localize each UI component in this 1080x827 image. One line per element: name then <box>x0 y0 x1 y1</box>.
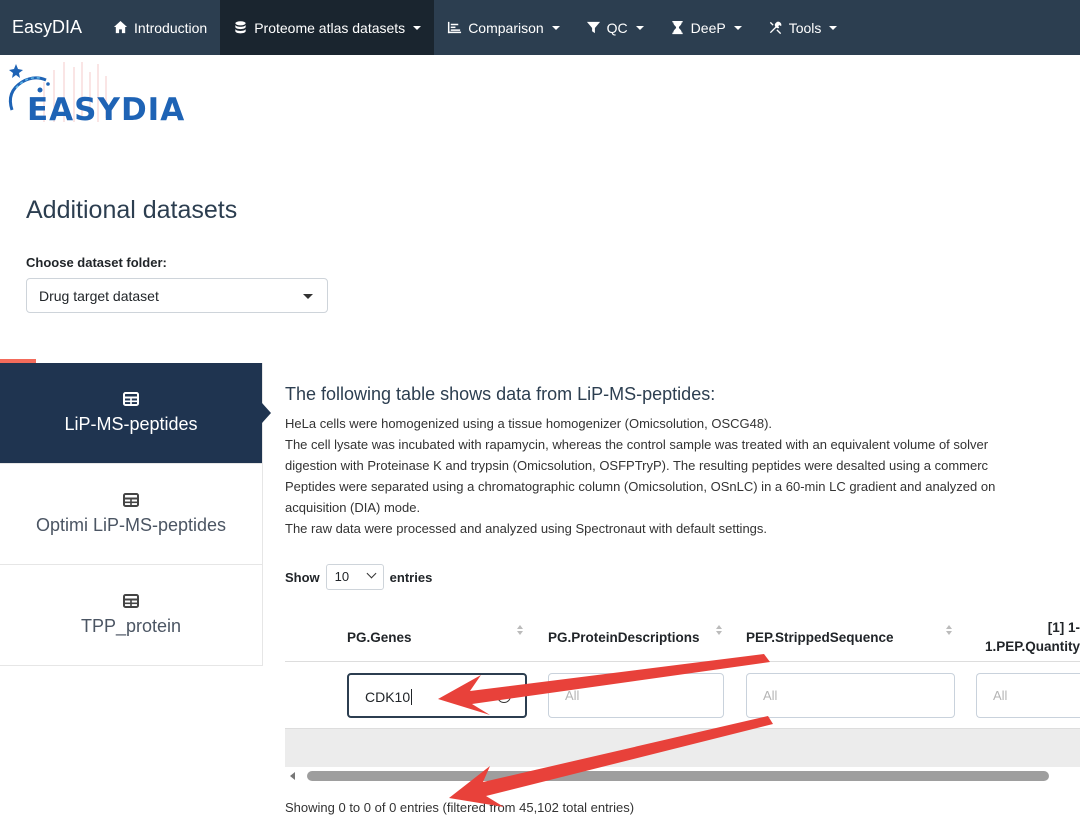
column-header-label-line1: [1] 1- <box>1047 620 1080 635</box>
caret-down-icon <box>303 294 313 299</box>
filter-placeholder: All <box>993 688 1008 703</box>
sort-icon[interactable] <box>946 625 952 635</box>
navbar-brand[interactable]: EasyDIA <box>0 0 100 55</box>
table-icon <box>123 391 139 406</box>
header-divider <box>285 661 1080 662</box>
page-length-control: Show 10 entries <box>285 564 432 590</box>
nav-proteome-atlas-datasets-label: Proteome atlas datasets <box>254 19 406 36</box>
nav-introduction-label: Introduction <box>134 19 208 36</box>
description-line: Peptides were separated using a chromato… <box>285 479 996 494</box>
nav-deep-label: DeeP <box>690 19 726 36</box>
tab-tpp-protein[interactable]: TPP_protein <box>0 565 262 666</box>
description-line: The cell lysate was incubated with rapam… <box>285 437 989 452</box>
table-icon <box>123 492 139 507</box>
filter-pep-quantity-input[interactable]: All <box>976 673 1080 718</box>
table-info: Showing 0 to 0 of 0 entries (filtered fr… <box>285 800 635 815</box>
page-length-select[interactable]: 10 <box>325 564 384 590</box>
column-header-pep-strippedsequence[interactable]: PEP.StrippedSequence <box>746 612 894 662</box>
horizontal-scrollbar[interactable] <box>285 767 1080 785</box>
description-line: The raw data were processed and analyzed… <box>285 521 768 536</box>
caret-down-icon <box>635 25 644 30</box>
nav-comparison-label: Comparison <box>468 19 544 36</box>
sort-icon[interactable] <box>517 625 523 635</box>
filter-placeholder: All <box>565 688 580 703</box>
column-header-label: PEP.StrippedSequence <box>746 629 894 645</box>
column-header-pg-genes[interactable]: PG.Genes <box>347 612 412 662</box>
description-line: HeLa cells were homogenized using a tiss… <box>285 416 773 431</box>
column-header-label-line2: 1.PEP.Quantity <box>984 639 1080 654</box>
nav-tools[interactable]: Tools <box>755 0 851 55</box>
filter-pg-proteindescriptions-input[interactable]: All <box>548 673 724 718</box>
folder-select-label: Choose dataset folder: <box>26 255 167 270</box>
hourglass-icon <box>672 20 683 35</box>
caret-down-icon <box>733 25 742 30</box>
entries-label: entries <box>389 569 433 585</box>
content-heading: The following table shows data from LiP-… <box>285 384 716 404</box>
empty-table-row <box>285 729 1080 767</box>
filter-pep-strippedsequence-input[interactable]: All <box>746 673 955 718</box>
dataset-description: HeLa cells were homogenized using a tiss… <box>285 413 1080 539</box>
filter-icon <box>586 21 600 34</box>
show-label: Show <box>285 569 320 585</box>
nav-qc[interactable]: QC <box>573 0 657 55</box>
tab-content: The following table shows data from LiP-… <box>285 363 1080 539</box>
nav-tools-label: Tools <box>788 19 822 36</box>
dataset-folder-value: Drug target dataset <box>39 288 159 304</box>
sort-icon[interactable] <box>716 625 722 635</box>
easydia-logo: EASYDIA <box>4 62 204 128</box>
filter-value: CDK10 <box>365 689 411 705</box>
database-icon <box>235 21 246 34</box>
caret-down-icon <box>829 25 838 30</box>
page-length-value: 10 <box>334 569 350 584</box>
top-navbar: EasyDIA Introduction Proteome atlas data… <box>0 0 1080 55</box>
bar-chart-icon <box>448 21 462 34</box>
tab-optimi-lip-ms-peptides[interactable]: Optimi LiP-MS-peptides <box>0 464 262 565</box>
tab-optimi-lip-ms-peptides-label: Optimi LiP-MS-peptides <box>35 514 227 535</box>
description-line: digestion with Proteinase K and trypsin … <box>285 458 989 473</box>
caret-down-icon <box>551 25 560 30</box>
table-icon <box>123 593 139 608</box>
tab-lip-ms-peptides[interactable]: LiP-MS-peptides <box>0 363 271 464</box>
scrollbar-thumb[interactable] <box>307 771 1049 781</box>
nav-comparison[interactable]: Comparison <box>434 0 572 55</box>
tab-lip-ms-peptides-label: LiP-MS-peptides <box>64 413 198 434</box>
logo-text: EASYDIA <box>27 92 186 128</box>
filter-pg-genes-input[interactable]: CDK10 × <box>347 673 527 718</box>
nav-qc-label: QC <box>606 19 628 36</box>
chevron-down-icon <box>366 568 377 579</box>
column-header-label: PG.ProteinDescriptions <box>548 629 700 645</box>
dataset-tabs: LiP-MS-peptides Optimi LiP-MS-peptides T… <box>0 363 271 666</box>
nav-introduction[interactable]: Introduction <box>100 0 220 55</box>
nav-proteome-atlas-datasets[interactable]: Proteome atlas datasets <box>220 0 435 55</box>
scroll-left-arrow-icon[interactable] <box>290 772 295 780</box>
filter-placeholder: All <box>763 688 778 703</box>
tab-tpp-protein-label: TPP_protein <box>80 615 182 636</box>
page-title: Additional datasets <box>26 196 238 224</box>
caret-down-icon <box>413 25 422 30</box>
column-header-pep-quantity[interactable]: [1] 1- 1.PEP.Quantity <box>976 612 1080 662</box>
description-line: acquisition (DIA) mode. <box>285 500 421 515</box>
nav-deep[interactable]: DeeP <box>657 0 755 55</box>
column-header-pg-proteindescriptions[interactable]: PG.ProteinDescriptions <box>548 612 700 662</box>
clear-filter-icon[interactable]: × <box>497 689 511 703</box>
tools-icon <box>769 21 782 35</box>
home-icon <box>113 20 128 34</box>
column-header-label: PG.Genes <box>347 629 412 645</box>
dataset-folder-select[interactable]: Drug target dataset <box>26 278 328 313</box>
